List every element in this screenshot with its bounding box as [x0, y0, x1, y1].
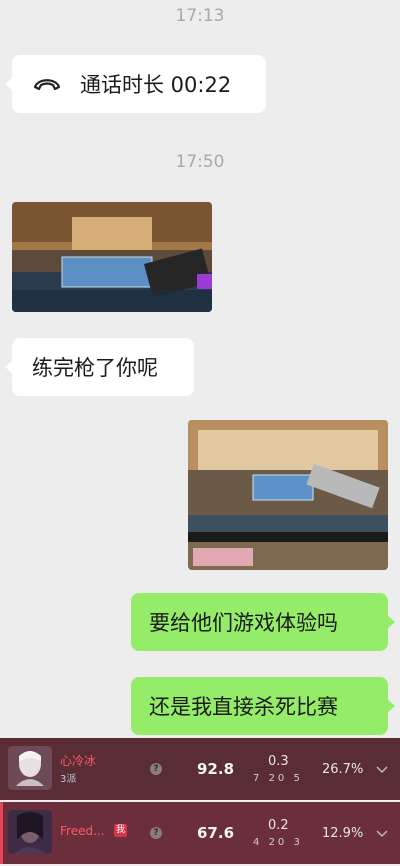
avatar [8, 810, 52, 854]
deaths: 20 [268, 837, 288, 848]
kda: 4 20 3 [253, 837, 303, 848]
self-badge: 我 [114, 824, 127, 837]
call-record-bubble[interactable]: 通话时长 00:22 [5, 55, 266, 113]
percentage: 26.7% [322, 762, 364, 777]
game-scoreboard: 心冷冰 3派 ? 92.8 0.3 7 20 5 26.7% Freed... … [0, 738, 400, 866]
incoming-photo[interactable] [12, 202, 212, 312]
help-icon[interactable]: ? [150, 763, 162, 775]
call-duration-label: 通话时长 00:22 [80, 73, 232, 97]
kd-ratio: 0.3 [268, 754, 289, 769]
message-text: 要给他们游戏体验吗 [149, 611, 338, 635]
timestamp: 17:50 [175, 152, 225, 172]
player-score: 67.6 [197, 824, 235, 842]
game-screenshot-image [12, 202, 212, 312]
phone-hangup-icon [33, 79, 61, 91]
help-icon[interactable]: ? [150, 827, 162, 839]
chevron-down-icon[interactable] [376, 830, 388, 838]
kda: 7 20 5 [253, 773, 303, 784]
scoreboard-row[interactable]: Freed... 我 ? 67.6 0.2 4 20 3 12.9% [0, 802, 400, 864]
deaths: 20 [268, 773, 288, 784]
outgoing-photo[interactable] [188, 420, 388, 570]
chevron-down-icon[interactable] [376, 766, 388, 774]
message-text: 练完枪了你呢 [32, 356, 158, 380]
kills: 4 [253, 837, 263, 848]
avatar [8, 746, 52, 790]
outgoing-message[interactable]: 要给他们游戏体验吗 [131, 593, 395, 651]
assists: 3 [293, 837, 303, 848]
percentage: 12.9% [322, 826, 364, 841]
outgoing-message[interactable]: 还是我直接杀死比赛 [131, 677, 395, 735]
player-rank: 3派 [60, 774, 77, 785]
player-name: 心冷冰 [60, 754, 97, 768]
kd-ratio: 0.2 [268, 818, 289, 833]
message-text: 还是我直接杀死比赛 [149, 695, 338, 719]
player-score: 92.8 [197, 760, 235, 778]
assists: 5 [293, 773, 303, 784]
kills: 7 [253, 773, 263, 784]
timestamp: 17:13 [175, 6, 225, 26]
player-name: Freed... [60, 824, 105, 838]
scoreboard-row[interactable]: 心冷冰 3派 ? 92.8 0.3 7 20 5 26.7% [0, 738, 400, 800]
incoming-message[interactable]: 练完枪了你呢 [5, 338, 194, 396]
game-screenshot-image [188, 420, 388, 570]
